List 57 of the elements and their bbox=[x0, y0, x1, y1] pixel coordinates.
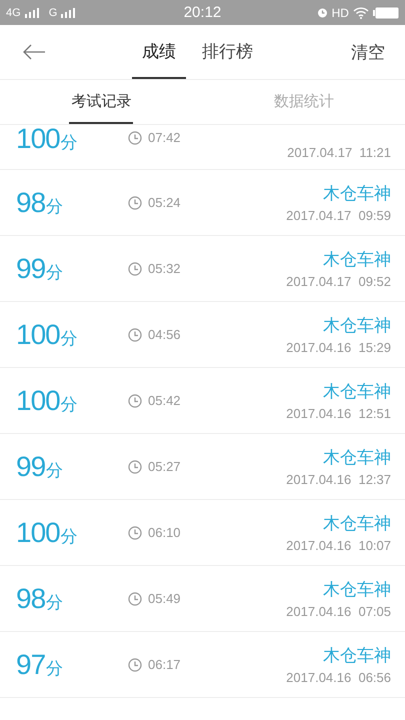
duration: 05:49 bbox=[148, 591, 181, 606]
score: 98分 bbox=[16, 186, 64, 218]
user-name: 木仓车神 bbox=[323, 183, 391, 205]
clock-icon bbox=[128, 328, 142, 342]
network-label: 4G bbox=[6, 6, 21, 18]
tab[interactable]: 考试记录 bbox=[69, 80, 134, 124]
date-time: 2017.04.16 15:29 bbox=[286, 340, 391, 355]
user-name: 木仓车神 bbox=[323, 513, 391, 535]
clock-icon bbox=[128, 394, 142, 408]
score: 97分 bbox=[16, 648, 64, 680]
signal-icon bbox=[61, 8, 78, 18]
date-time: 2017.04.16 12:51 bbox=[286, 406, 391, 421]
date-time: 2017.04.16 12:37 bbox=[286, 472, 391, 487]
clock-icon bbox=[128, 526, 142, 540]
date-time: 2017.04.17 11:21 bbox=[287, 145, 391, 160]
hd-label: HD bbox=[332, 6, 349, 20]
duration: 07:42 bbox=[148, 130, 181, 145]
score: 100分 bbox=[16, 123, 79, 155]
tab[interactable]: 成绩 bbox=[132, 25, 186, 79]
user-name: 木仓车神 bbox=[323, 447, 391, 469]
date-time: 2017.04.16 07:05 bbox=[286, 604, 391, 619]
score: 99分 bbox=[16, 450, 64, 482]
clock-icon bbox=[128, 658, 142, 672]
duration: 05:24 bbox=[148, 195, 181, 210]
clear-button[interactable]: 清空 bbox=[351, 40, 385, 64]
duration: 06:10 bbox=[148, 525, 181, 540]
clock-icon bbox=[128, 592, 142, 606]
clock-icon bbox=[128, 196, 142, 210]
signal-icon bbox=[24, 8, 41, 18]
score: 100分 bbox=[16, 384, 79, 416]
duration: 05:32 bbox=[148, 261, 181, 276]
user-name: 木仓车神 bbox=[323, 579, 391, 601]
clock-time: 20:12 bbox=[184, 4, 222, 21]
duration: 06:17 bbox=[148, 657, 181, 672]
user-name: 木仓车神 bbox=[323, 381, 391, 403]
user-name: 木仓车神 bbox=[323, 315, 391, 337]
user-name: 木仓车神 bbox=[323, 249, 391, 271]
network-label: G bbox=[48, 6, 58, 18]
date-time: 2017.04.17 09:52 bbox=[286, 274, 391, 289]
battery-icon bbox=[372, 6, 399, 18]
date-time: 2017.04.16 10:07 bbox=[286, 538, 391, 553]
duration: 04:56 bbox=[148, 327, 181, 342]
user-name: 木仓车神 bbox=[323, 645, 391, 667]
alarm-icon bbox=[316, 7, 328, 18]
date-time: 2017.04.16 06:56 bbox=[286, 670, 391, 685]
tab[interactable]: 排行榜 bbox=[192, 25, 263, 79]
duration: 05:27 bbox=[148, 459, 181, 474]
clock-icon bbox=[128, 130, 142, 144]
score: 98分 bbox=[16, 582, 64, 614]
wifi-icon bbox=[352, 6, 369, 18]
duration: 05:42 bbox=[148, 393, 181, 408]
score: 100分 bbox=[16, 516, 79, 548]
score: 99分 bbox=[16, 252, 64, 284]
clock-icon bbox=[128, 460, 142, 474]
clock-icon bbox=[128, 262, 142, 276]
score: 100分 bbox=[16, 318, 79, 350]
date-time: 2017.04.17 09:59 bbox=[286, 208, 391, 223]
